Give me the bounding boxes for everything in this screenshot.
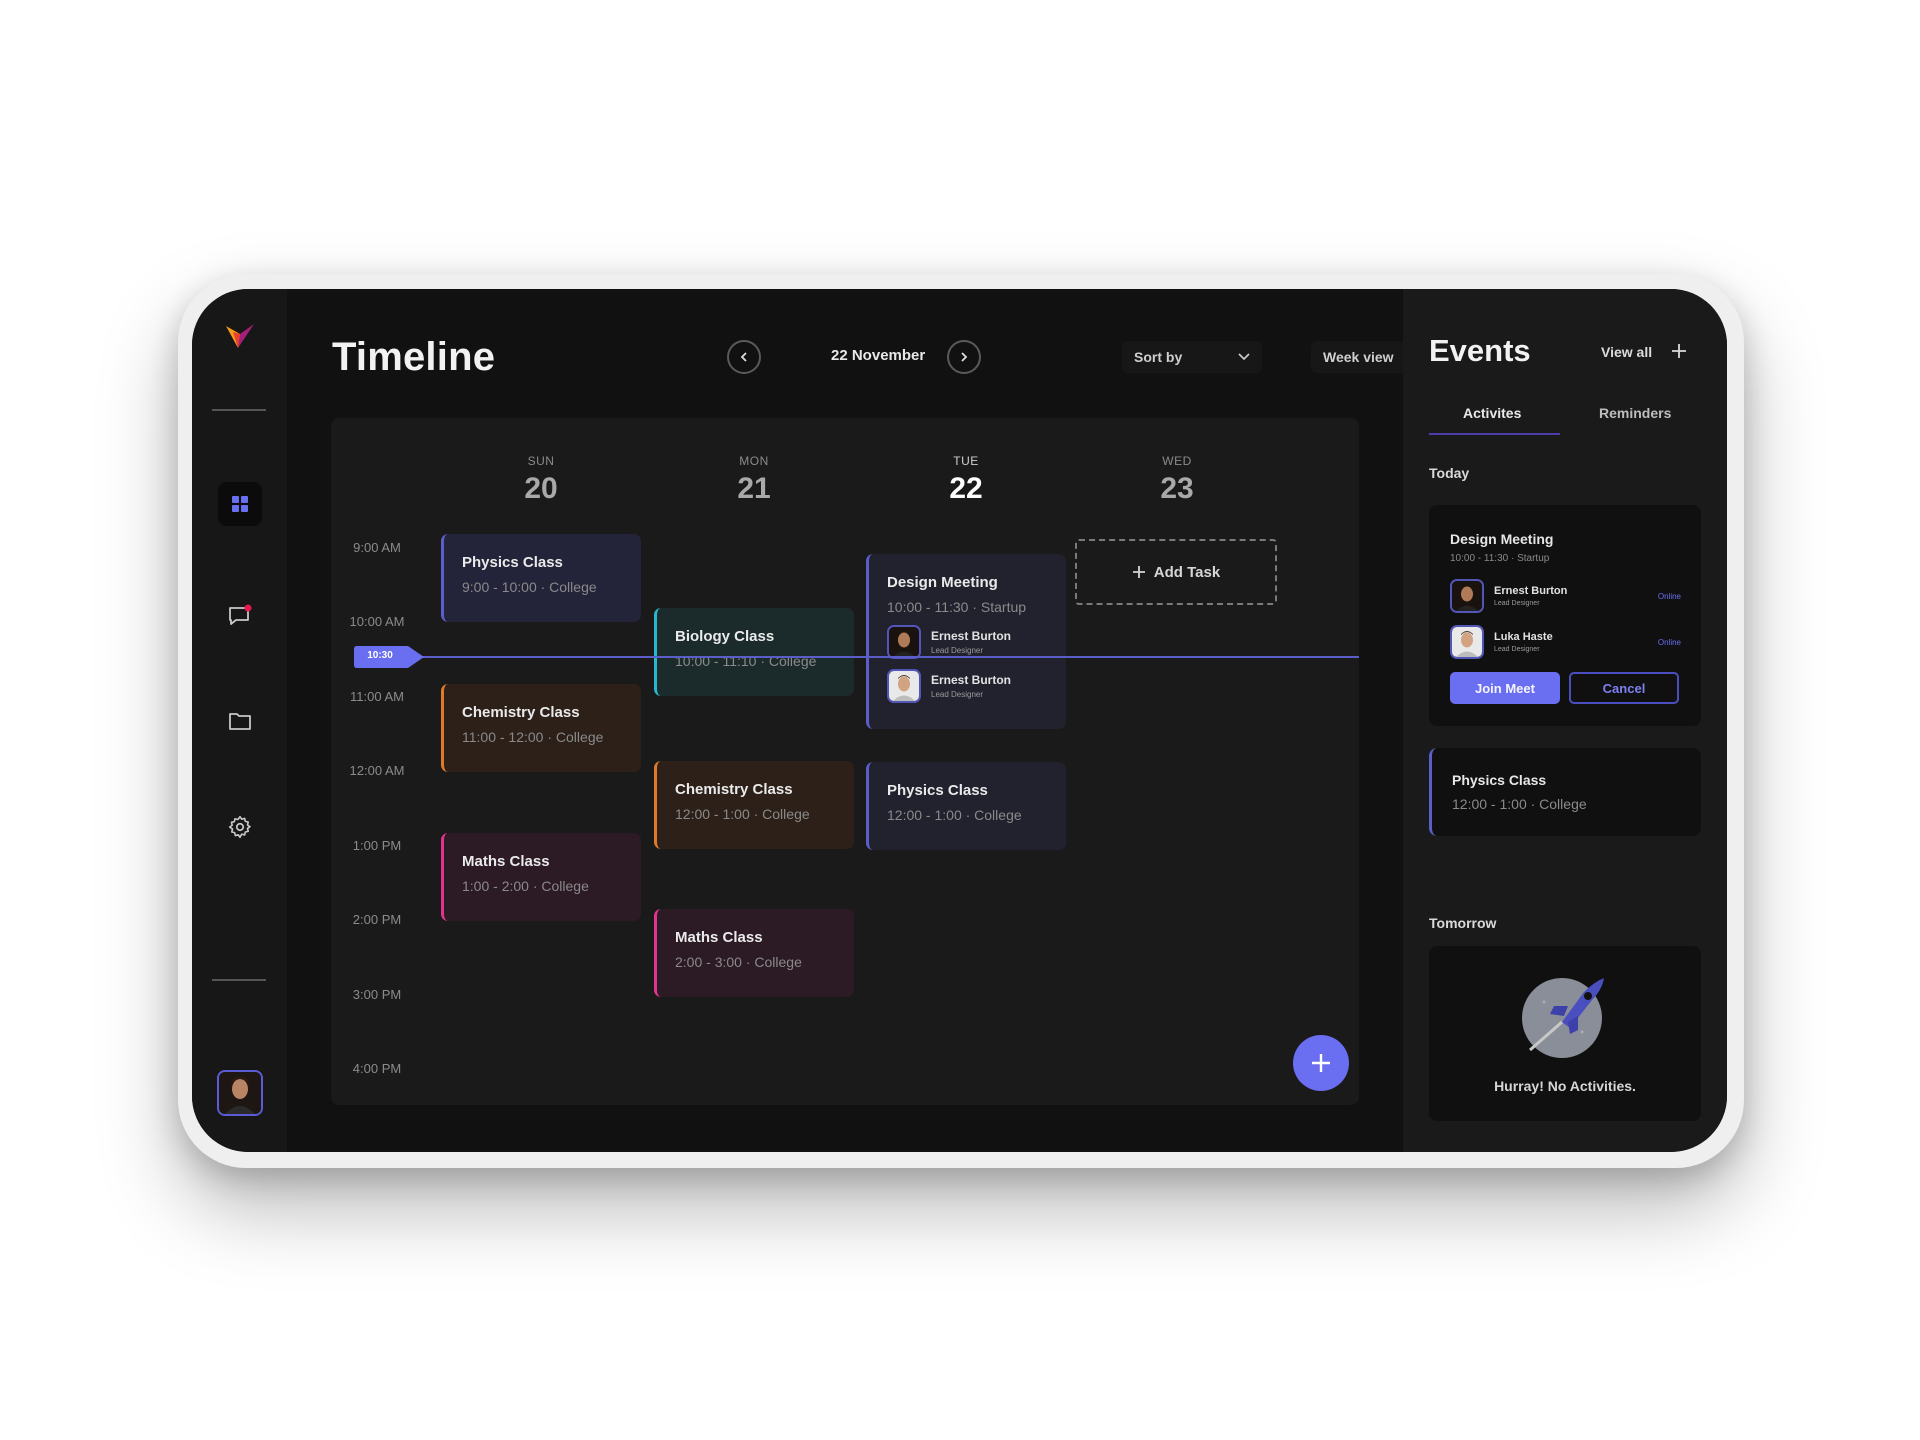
event-card-design-meeting[interactable]: Design Meeting 10:00 - 11:30 · Startup E… bbox=[866, 554, 1066, 729]
gear-icon bbox=[228, 815, 251, 839]
view-all-link[interactable]: View all bbox=[1601, 344, 1652, 360]
prev-date-button[interactable] bbox=[727, 340, 761, 374]
sidebar-item-files[interactable] bbox=[218, 699, 262, 743]
view-mode-label: Week view bbox=[1323, 349, 1394, 365]
folder-icon bbox=[229, 713, 251, 730]
plus-icon bbox=[1132, 566, 1145, 578]
meeting-title: Design Meeting bbox=[1450, 531, 1554, 547]
sidebar-item-dashboard[interactable] bbox=[218, 482, 262, 526]
sidebar-divider bbox=[212, 409, 266, 411]
day-header-tue[interactable]: TUE 22 bbox=[906, 454, 1026, 506]
time-label: 9:00 AM bbox=[353, 540, 401, 555]
status-badge: Online bbox=[1657, 591, 1681, 601]
attendee: Ernest Burton Lead Designer bbox=[887, 625, 1066, 659]
attendee-avatar bbox=[1450, 625, 1484, 659]
attendee: Ernest Burton Lead Designer bbox=[887, 669, 1066, 703]
sidebar-item-settings[interactable] bbox=[218, 805, 262, 849]
chat-icon bbox=[229, 604, 252, 625]
attendee: Luka Haste Lead Designer Online bbox=[1450, 625, 1701, 659]
user-avatar[interactable] bbox=[217, 1070, 263, 1116]
main-content: Timeline 22 November Sort by Week view S… bbox=[287, 289, 1451, 1152]
attendee-avatar bbox=[887, 669, 921, 703]
time-label: 10:00 AM bbox=[349, 614, 405, 629]
sort-by-dropdown[interactable]: Sort by bbox=[1122, 341, 1262, 373]
status-badge: Online bbox=[1657, 637, 1681, 647]
plus-icon bbox=[1672, 344, 1686, 358]
week-calendar: SUN 20 MON 21 TUE 22 WED 23 9:00 AM 10:0… bbox=[331, 418, 1359, 1105]
events-panel: Events View all Activites Reminders Toda… bbox=[1403, 289, 1727, 1152]
chevron-right-icon bbox=[961, 352, 968, 362]
sidebar bbox=[192, 289, 287, 1152]
attendee-avatar bbox=[1450, 579, 1484, 613]
current-time-line bbox=[354, 656, 1359, 658]
time-label: 11:00 AM bbox=[350, 689, 404, 704]
events-title: Events bbox=[1429, 333, 1531, 368]
grid-icon bbox=[232, 496, 248, 512]
time-label: 1:00 PM bbox=[352, 838, 402, 853]
sidebar-item-messages[interactable] bbox=[218, 594, 262, 638]
day-header-sun[interactable]: SUN 20 bbox=[481, 454, 601, 506]
chevron-left-icon bbox=[740, 352, 747, 362]
add-task-label: Add Task bbox=[1153, 563, 1221, 581]
sort-by-label: Sort by bbox=[1134, 349, 1183, 365]
sidebar-divider bbox=[212, 979, 266, 981]
add-event-button[interactable] bbox=[1671, 339, 1687, 365]
add-event-fab[interactable] bbox=[1293, 1035, 1349, 1091]
today-meeting-card[interactable]: Design Meeting 10:00 - 11:30 · Startup E… bbox=[1429, 505, 1701, 726]
section-tomorrow: Tomorrow bbox=[1429, 915, 1497, 931]
avatar-portrait-icon bbox=[219, 1072, 261, 1114]
current-time-label: 10:30 bbox=[367, 650, 393, 661]
attendee-avatar bbox=[887, 625, 921, 659]
tab-activities[interactable]: Activites bbox=[1463, 405, 1521, 421]
tab-reminders[interactable]: Reminders bbox=[1599, 405, 1671, 421]
rocket-icon bbox=[1522, 978, 1604, 1058]
event-card[interactable]: Maths Class 1:00 - 2:00 · College bbox=[441, 833, 641, 921]
class-sub: 12:00 - 1:00 · College bbox=[1452, 796, 1587, 812]
current-date-label: 22 November bbox=[831, 347, 926, 364]
page-title: Timeline bbox=[332, 335, 496, 379]
event-card[interactable]: Chemistry Class 12:00 - 1:00 · College bbox=[654, 761, 854, 849]
v-logo-icon[interactable] bbox=[224, 322, 256, 350]
day-header-wed[interactable]: WED 23 bbox=[1117, 454, 1237, 506]
avatar-portrait-icon bbox=[1452, 581, 1482, 611]
class-title: Physics Class bbox=[1452, 772, 1547, 788]
event-card[interactable]: Physics Class 12:00 - 1:00 · College bbox=[866, 762, 1066, 850]
app-window: Timeline 22 November Sort by Week view S… bbox=[192, 289, 1727, 1152]
event-card[interactable]: Physics Class 9:00 - 10:00 · College bbox=[441, 534, 641, 622]
chevron-down-icon bbox=[1238, 353, 1250, 361]
meeting-sub: 10:00 - 11:30 · Startup bbox=[1450, 553, 1550, 564]
avatar-portrait-icon bbox=[889, 627, 919, 657]
avatar-portrait-icon bbox=[889, 671, 919, 701]
avatar-portrait-icon bbox=[1452, 627, 1482, 657]
notification-dot bbox=[244, 604, 252, 612]
empty-state-text: Hurray! No Activities. bbox=[1494, 1078, 1636, 1094]
time-label: 4:00 PM bbox=[352, 1061, 402, 1076]
today-class-card[interactable]: Physics Class 12:00 - 1:00 · College bbox=[1429, 748, 1701, 836]
time-label: 2:00 PM bbox=[352, 912, 402, 927]
day-header-mon[interactable]: MON 21 bbox=[694, 454, 814, 506]
cancel-button[interactable]: Cancel bbox=[1569, 672, 1679, 704]
event-card[interactable]: Biology Class 10:00 - 11:10 · College bbox=[654, 608, 854, 696]
add-task-button[interactable]: Add Task bbox=[1075, 539, 1277, 605]
time-label: 3:00 PM bbox=[352, 987, 402, 1002]
section-today: Today bbox=[1429, 465, 1470, 481]
plus-icon bbox=[1312, 1054, 1330, 1072]
join-meet-button[interactable]: Join Meet bbox=[1450, 672, 1560, 704]
event-card[interactable]: Maths Class 2:00 - 3:00 · College bbox=[654, 909, 854, 997]
active-tab-indicator bbox=[1429, 433, 1560, 435]
attendee: Ernest Burton Lead Designer Online bbox=[1450, 579, 1701, 613]
tomorrow-card: Hurray! No Activities. bbox=[1429, 946, 1701, 1121]
event-card[interactable]: Chemistry Class 11:00 - 12:00 · College bbox=[441, 684, 641, 772]
time-label: 12:00 AM bbox=[349, 763, 405, 778]
next-date-button[interactable] bbox=[947, 340, 981, 374]
